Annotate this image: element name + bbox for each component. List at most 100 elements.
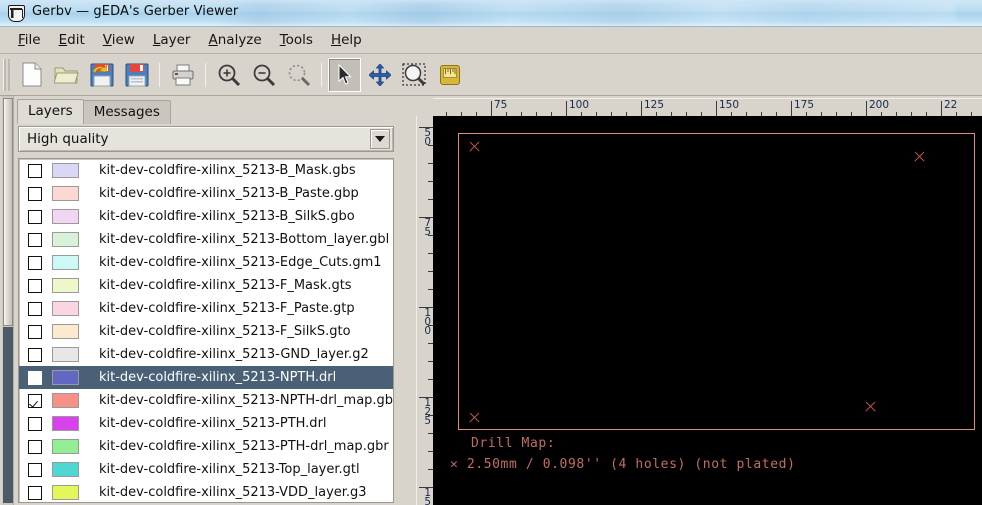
menu-layer[interactable]: Layer (144, 29, 200, 51)
layer-visibility-checkbox[interactable] (28, 187, 42, 201)
layer-row[interactable]: kit-dev-coldfire-xilinx_5213-Bottom_laye… (19, 228, 393, 251)
menu-tools[interactable]: Tools (271, 29, 322, 51)
layer-visibility-checkbox[interactable] (28, 486, 42, 500)
ruler-major-tick (941, 101, 942, 116)
layer-color-swatch[interactable] (52, 347, 79, 362)
layer-visibility-checkbox[interactable] (28, 233, 42, 247)
layer-row[interactable]: kit-dev-coldfire-xilinx_5213-F_Mask.gts (19, 274, 393, 297)
save-icon[interactable] (120, 58, 153, 92)
toolbar-separator-3 (321, 63, 322, 87)
ruler-corner (416, 96, 433, 116)
menu-layer-rest: ayer (160, 32, 190, 48)
pointer-tool-icon[interactable] (328, 58, 361, 92)
ruler-label: 100 (422, 309, 431, 336)
menu-view[interactable]: View (94, 29, 144, 51)
sidebar-scrollbar-track-dark[interactable] (3, 327, 13, 503)
sidebar-scrollbar-thumb[interactable] (3, 98, 13, 326)
ruler-label: 75 (422, 219, 431, 237)
layer-color-swatch[interactable] (52, 439, 79, 454)
layer-color-swatch[interactable] (52, 278, 79, 293)
layer-color-swatch[interactable] (52, 485, 79, 500)
ruler-major-tick (491, 101, 492, 116)
layer-row[interactable]: kit-dev-coldfire-xilinx_5213-F_SilkS.gto (19, 320, 393, 343)
layer-row[interactable]: kit-dev-coldfire-xilinx_5213-PTH-drl_map… (19, 435, 393, 458)
zoom-fit-icon[interactable] (282, 58, 315, 92)
layer-visibility-checkbox[interactable] (28, 210, 42, 224)
layer-row[interactable]: kit-dev-coldfire-xilinx_5213-Top_layer.g… (19, 458, 393, 481)
layer-row[interactable]: kit-dev-coldfire-xilinx_5213-GND_layer.g… (19, 343, 393, 366)
pan-tool-icon[interactable] (363, 58, 396, 92)
zoom-in-icon[interactable] (212, 58, 245, 92)
window-title: Gerbv — gEDA's Gerber Viewer (32, 4, 238, 19)
layer-row[interactable]: kit-dev-coldfire-xilinx_5213-B_Mask.gbs (19, 159, 393, 182)
print-icon[interactable] (166, 58, 199, 92)
layer-visibility-checkbox[interactable] (28, 440, 42, 454)
layer-color-swatch[interactable] (52, 232, 79, 247)
menu-edit[interactable]: Edit (50, 29, 94, 51)
layer-color-swatch[interactable] (52, 416, 79, 431)
layer-visibility-checkbox[interactable] (28, 325, 42, 339)
ruler-label: 100 (569, 99, 589, 111)
layer-color-swatch[interactable] (52, 163, 79, 178)
chevron-down-icon[interactable] (370, 129, 390, 149)
toolbar-drag-handle[interactable] (3, 59, 12, 91)
tab-messages[interactable]: Messages (83, 100, 171, 124)
toolbar-separator-2 (205, 63, 206, 87)
layer-color-swatch[interactable] (52, 462, 79, 477)
menu-file-rest: ile (25, 32, 41, 48)
layer-visibility-checkbox[interactable] (28, 371, 42, 385)
menu-bar: File Edit View Layer Analyze Tools Help (0, 27, 982, 54)
open-folder-icon[interactable] (50, 58, 83, 92)
layer-row[interactable]: kit-dev-coldfire-xilinx_5213-VDD_layer.g… (19, 481, 393, 503)
zoom-out-icon[interactable] (247, 58, 280, 92)
layer-row[interactable]: kit-dev-coldfire-xilinx_5213-F_Paste.gtp (19, 297, 393, 320)
layer-row[interactable]: kit-dev-coldfire-xilinx_5213-B_Paste.gbp (19, 182, 393, 205)
layer-color-swatch[interactable] (52, 186, 79, 201)
layer-color-swatch[interactable] (52, 324, 79, 339)
horizontal-ruler: 7510012515017520022 (433, 98, 982, 116)
layer-visibility-checkbox[interactable] (28, 256, 42, 270)
layer-name-label: kit-dev-coldfire-xilinx_5213-Bottom_laye… (99, 232, 389, 247)
layer-name-label: kit-dev-coldfire-xilinx_5213-VDD_layer.g… (99, 485, 367, 500)
layer-name-label: kit-dev-coldfire-xilinx_5213-NPTH-drl_ma… (99, 393, 393, 408)
layer-row[interactable]: kit-dev-coldfire-xilinx_5213-NPTH-drl_ma… (19, 389, 393, 412)
ruler-major-tick (566, 101, 567, 116)
layer-visibility-checkbox[interactable] (28, 417, 42, 431)
gerbv-window: Gerbv — gEDA's Gerber Viewer File Edit V… (0, 0, 982, 505)
sidebar-tab-strip: Layers Messages (17, 100, 170, 124)
layer-visibility-checkbox[interactable] (28, 463, 42, 477)
measure-tool-icon[interactable] (433, 58, 466, 92)
canvas-pane: 7510012515017520022 5075100125150 Drill … (416, 96, 982, 505)
layer-visibility-checkbox[interactable] (28, 279, 42, 293)
layer-name-label: kit-dev-coldfire-xilinx_5213-F_Paste.gtp (99, 301, 355, 316)
layer-row[interactable]: kit-dev-coldfire-xilinx_5213-NPTH.drl (19, 366, 393, 389)
tab-layers[interactable]: Layers (17, 99, 84, 124)
toolbar-separator-1 (159, 63, 160, 87)
layer-color-swatch[interactable] (52, 370, 79, 385)
layer-row[interactable]: kit-dev-coldfire-xilinx_5213-Edge_Cuts.g… (19, 251, 393, 274)
layer-visibility-checkbox[interactable] (28, 302, 42, 316)
drill-hole-marker (913, 150, 926, 163)
layer-visibility-checkbox[interactable] (28, 164, 42, 178)
layer-list[interactable]: kit-dev-coldfire-xilinx_5213-B_Mask.gbsk… (18, 158, 394, 503)
gerber-canvas[interactable]: Drill Map: ✕ 2.50mm / 0.098'' (4 holes) … (433, 116, 982, 505)
layer-row[interactable]: kit-dev-coldfire-xilinx_5213-PTH.drl (19, 412, 393, 435)
layer-row[interactable]: kit-dev-coldfire-xilinx_5213-B_SilkS.gbo (19, 205, 393, 228)
layer-name-label: kit-dev-coldfire-xilinx_5213-B_Paste.gbp (99, 186, 359, 201)
layer-name-label: kit-dev-coldfire-xilinx_5213-Top_layer.g… (99, 462, 360, 477)
menu-analyze[interactable]: Analyze (199, 29, 270, 51)
revert-save-icon[interactable] (85, 58, 118, 92)
new-file-icon[interactable] (15, 58, 48, 92)
menu-help[interactable]: Help (322, 29, 371, 51)
layer-color-swatch[interactable] (52, 301, 79, 316)
layer-color-swatch[interactable] (52, 209, 79, 224)
layer-color-swatch[interactable] (52, 393, 79, 408)
zoom-tool-icon[interactable] (398, 58, 431, 92)
sidebar-scrollbar[interactable] (2, 96, 14, 505)
render-quality-select[interactable]: High quality (18, 126, 394, 152)
layer-visibility-checkbox[interactable] (28, 348, 42, 362)
layer-color-swatch[interactable] (52, 255, 79, 270)
layer-visibility-checkbox[interactable] (28, 394, 42, 408)
ruler-label: 50 (422, 129, 431, 147)
menu-file[interactable]: File (9, 29, 50, 51)
